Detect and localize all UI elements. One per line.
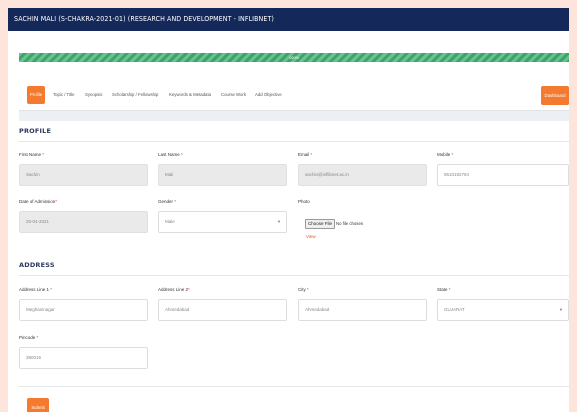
pincode-label: Pincode * [19,335,39,340]
address-line-1-field[interactable]: Meghaninagar [19,299,148,321]
chevron-down-icon: ▼ [277,219,281,224]
progress-track: 100% [19,53,569,62]
header-title: SACHIN MALI (S-CHAKRA-2021-01) (RESEARCH… [14,15,274,23]
view-photo-link[interactable]: View [306,234,316,239]
address-line-1-label: Address Line 1 * [19,287,53,292]
choose-file-button[interactable]: Choose File [305,219,336,229]
tab-add-objective[interactable]: Add Objective [255,86,282,104]
tab-profile[interactable]: Profile [27,86,46,104]
progress-bar: 100% [19,53,569,62]
state-label: State * [437,287,451,292]
email-field[interactable]: sachin@inflibnet.ac.in [298,164,427,186]
gender-value: Male [165,219,175,224]
mobile-label: Mobile * [437,152,454,157]
photo-label: Photo [298,199,310,204]
city-label: City * [298,287,309,292]
progress-label: 100% [288,55,300,60]
first-name-field[interactable]: Sachin [19,164,148,186]
mobile-field[interactable]: 9510192784 [437,164,569,186]
section-divider [19,275,569,276]
pincode-field[interactable]: 380016 [19,347,148,369]
file-status: No file chosen [336,221,364,226]
date-of-admission-field[interactable]: 20-04-2021 [19,211,148,233]
section-divider [19,386,569,387]
address-line-2-label: Address Line 2* [158,287,190,292]
city-field[interactable]: Ahmedabad [298,299,427,321]
section-divider [19,141,569,142]
gender-select[interactable]: Male ▼ [158,211,287,233]
tab-scholarship-fellowship[interactable]: Scholarship / Fellowship [112,86,158,104]
profile-section-title: PROFILE [19,127,52,135]
tab-keywords-metadata[interactable]: Keywords & Metadata [169,86,211,104]
gender-label: Gender * [158,199,177,204]
tab-bar: Profile Topic / Title Synopsis Scholarsh… [19,81,569,111]
page-header: SACHIN MALI (S-CHAKRA-2021-01) (RESEARCH… [8,8,569,31]
last-name-label: Last Name * [158,152,183,157]
tab-synopsis[interactable]: Synopsis [85,86,102,104]
dashboard-button[interactable]: Dashboard [541,86,569,105]
email-label: Email * [298,152,313,157]
last-name-field[interactable]: Mali [158,164,287,186]
state-select[interactable]: GUJARAT ▼ [437,299,569,321]
chevron-down-icon: ▼ [559,307,563,312]
address-section-title: ADDRESS [19,261,55,269]
tab-shadow [19,111,569,121]
tab-course-work[interactable]: Course Work [221,86,246,104]
submit-button[interactable]: Submit [27,398,49,412]
address-line-2-field[interactable]: Ahmedabad [158,299,287,321]
state-value: GUJARAT [444,307,465,312]
tab-topic-title[interactable]: Topic / Title [53,86,75,104]
app-frame: SACHIN MALI (S-CHAKRA-2021-01) (RESEARCH… [8,8,569,412]
date-of-admission-label: Date of Admission* [19,199,58,204]
first-name-label: First Name * [19,152,45,157]
